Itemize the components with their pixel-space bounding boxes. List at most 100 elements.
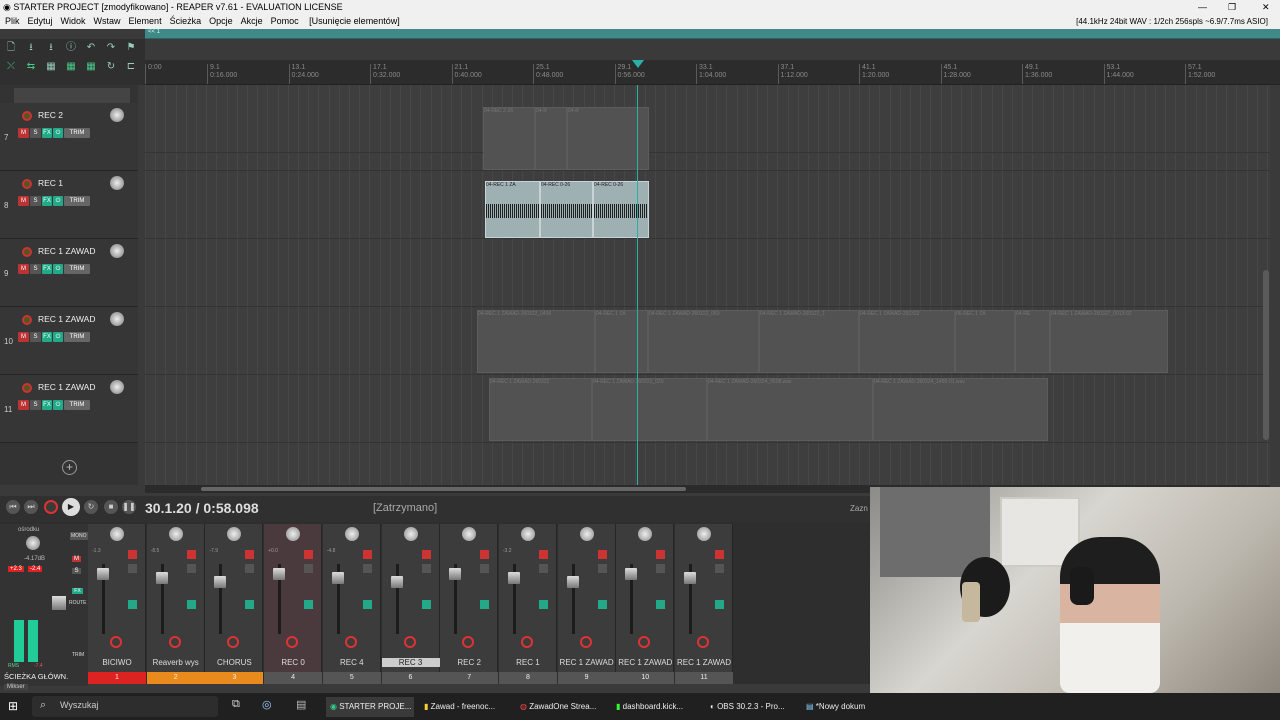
menu-help[interactable]: Pomoc (271, 16, 299, 26)
maximize-button[interactable]: ❐ (1228, 0, 1236, 14)
track-7[interactable]: 7 REC 2 M S FX ⏻ TRIM (0, 103, 138, 171)
power-icon[interactable]: ⏻ (53, 332, 63, 342)
strip-name[interactable]: Reaverb wys (147, 658, 205, 667)
taskbar-app-reaper[interactable]: ◉ STARTER PROJE... (326, 697, 414, 717)
track-name[interactable]: REC 1 (38, 178, 63, 188)
media-item[interactable]: 04-RE (1015, 310, 1050, 373)
track-name[interactable]: REC 1 ZAWAD (38, 382, 95, 392)
strip-solo-button[interactable] (715, 564, 724, 573)
pan-knob[interactable] (344, 527, 359, 541)
strip-solo-button[interactable] (304, 564, 314, 573)
track-11[interactable]: 11 REC 1 ZAWAD M S FX ⏻ TRIM (0, 375, 138, 443)
master-fx-button[interactable]: FX (72, 588, 83, 594)
mixer-tab[interactable]: Mikser (4, 684, 28, 690)
mute-button[interactable]: M (18, 332, 29, 342)
strip-fx-button[interactable] (128, 600, 137, 609)
strip-fx-button[interactable] (480, 600, 490, 609)
edit-cursor[interactable] (637, 85, 638, 485)
record-arm-button[interactable] (22, 179, 32, 189)
track-9[interactable]: 9 REC 1 ZAWAD M S FX ⏻ TRIM (0, 239, 138, 307)
fader-handle[interactable] (214, 576, 227, 588)
fader-handle[interactable] (449, 568, 462, 580)
fader-handle[interactable] (390, 576, 403, 588)
fx-button[interactable]: FX (42, 332, 52, 342)
menu-track[interactable]: Ścieżka (170, 16, 202, 26)
scroll-thumb[interactable] (201, 487, 686, 491)
master-solo-button[interactable]: S (72, 568, 81, 574)
strip-name[interactable]: REC 1 ZAWAD (558, 658, 616, 667)
strip-fx-button[interactable] (656, 600, 666, 609)
start-button[interactable]: ⊞ (8, 699, 18, 713)
go-start-button[interactable]: ⏮ (6, 500, 20, 514)
solo-button[interactable]: S (30, 196, 41, 206)
strip-fx-button[interactable] (538, 600, 548, 609)
loop-button[interactable]: ↻ (84, 500, 98, 514)
strip-fx-button[interactable] (597, 600, 607, 609)
pan-knob[interactable] (168, 527, 183, 541)
strip-solo-button[interactable] (186, 564, 196, 573)
strip-solo-button[interactable] (245, 564, 255, 573)
taskbar-app-kick[interactable]: ▮ dashboard.kick... (612, 697, 704, 717)
power-icon[interactable]: ⏻ (53, 128, 63, 138)
media-item[interactable]: 04-REC 1 ZAWAD-260322_060 (648, 310, 759, 373)
strip-fx-button[interactable] (715, 600, 724, 609)
master-mono-button[interactable]: MONO (70, 532, 88, 540)
grid-icon[interactable]: ▦ (44, 61, 58, 73)
trim-button[interactable]: TRIM (64, 332, 90, 342)
add-track-button[interactable]: + (62, 460, 77, 475)
fader-handle[interactable] (566, 576, 579, 588)
taskbar-app-obs[interactable]: ◐ OBS 30.2.3 - Pro... (706, 697, 798, 717)
strip-mute-button[interactable] (538, 550, 548, 559)
strip-fx-button[interactable] (362, 600, 372, 609)
master-route-button[interactable]: ROUTE (69, 600, 87, 606)
media-item[interactable]: 04-REC 1 ZA (595, 310, 648, 373)
search-box[interactable]: ⌕ Wyszukaj (32, 696, 218, 717)
new-project-icon[interactable]: 🗋 (4, 42, 18, 54)
redo-icon[interactable]: ↷ (104, 42, 118, 54)
mute-button[interactable]: M (18, 400, 29, 410)
strip-solo-button[interactable] (480, 564, 490, 573)
trim-button[interactable]: TRIM (64, 264, 90, 274)
menu-edit[interactable]: Edytuj (28, 16, 53, 26)
solo-button[interactable]: S (30, 264, 41, 274)
mute-button[interactable]: M (18, 196, 29, 206)
task-view-icon[interactable]: ⧉ (232, 698, 240, 711)
region-bar[interactable]: << 1 (145, 29, 1280, 39)
media-item[interactable]: 04-REC 1 ZAWAD-260322_020 (592, 378, 707, 441)
strip-record-arm-button[interactable] (462, 636, 475, 648)
strip-name[interactable]: REC 4 (323, 658, 381, 667)
strip-solo-button[interactable] (597, 564, 607, 573)
strip-mute-button[interactable] (656, 550, 666, 559)
master-pan-knob[interactable] (26, 536, 40, 550)
strip-mute-button[interactable] (421, 550, 431, 559)
strip-record-arm-button[interactable] (579, 636, 592, 648)
volume-knob[interactable] (110, 108, 124, 122)
strip-name[interactable]: REC 1 ZAWAD (675, 658, 733, 667)
file-explorer-icon[interactable]: ▤ (296, 698, 306, 711)
pan-knob[interactable] (638, 527, 653, 541)
strip-name[interactable]: BICIWO (88, 658, 146, 667)
strip-mute-button[interactable] (480, 550, 490, 559)
taskbar-app-chrome[interactable]: ◍ ZawadOne Strea... (516, 697, 608, 717)
trim-button[interactable]: TRIM (64, 196, 90, 206)
strip-record-arm-button[interactable] (227, 636, 240, 648)
close-button[interactable]: ✕ (1262, 0, 1270, 14)
media-item[interactable]: 04-REC 1 ZAWAD-260324_0508.wav (707, 378, 873, 441)
minimize-button[interactable]: — (1198, 0, 1207, 14)
mute-button[interactable]: M (18, 264, 29, 274)
undo-icon[interactable]: ↶ (84, 42, 98, 54)
pan-knob[interactable] (697, 527, 711, 541)
strip-fx-button[interactable] (421, 600, 431, 609)
open-project-icon[interactable]: ⭳ (24, 42, 38, 54)
strip-solo-button[interactable] (538, 564, 548, 573)
strip-fx-button[interactable] (186, 600, 196, 609)
trim-button[interactable]: TRIM (64, 128, 90, 138)
power-icon[interactable]: ⏻ (53, 400, 63, 410)
snap-icon[interactable]: ⤬ (4, 61, 18, 73)
pan-knob[interactable] (462, 527, 477, 541)
fader-handle[interactable] (155, 572, 168, 584)
strip-name[interactable]: REC 2 (440, 658, 498, 667)
strip-mute-button[interactable] (186, 550, 196, 559)
solo-button[interactable]: S (30, 400, 41, 410)
save-project-icon[interactable]: ⭳ (44, 42, 58, 54)
